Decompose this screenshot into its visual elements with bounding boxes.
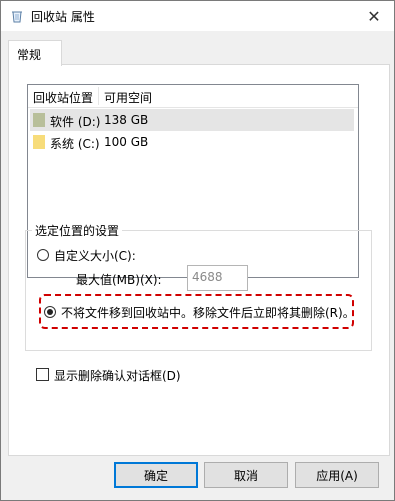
drive-icon xyxy=(33,135,45,149)
max-value-label: 最大值(MB)(X): xyxy=(76,273,162,287)
close-icon: ✕ xyxy=(367,6,381,26)
selected-location-settings: 选定位置的设置 自定义大小(C): 最大值(MB)(X): 4688 不将文件移… xyxy=(25,222,372,351)
delete-immediately-label[interactable]: 不将文件移到回收站中。移除文件后立即将其删除(R)。 xyxy=(61,304,355,321)
list-header: 回收站位置 可用空间 xyxy=(28,85,358,108)
cancel-button[interactable]: 取消 xyxy=(204,462,288,488)
ok-button-label: 确定 xyxy=(143,468,168,483)
column-header-free-space[interactable]: 可用空间 xyxy=(104,89,152,106)
list-item-drive-d[interactable]: 软件 (D:) 138 GB xyxy=(30,109,354,131)
drive-name: 系统 (C:) xyxy=(50,137,100,151)
delete-immediately-radio[interactable] xyxy=(44,306,56,318)
max-size-input[interactable]: 4688 xyxy=(187,265,248,291)
drive-name: 软件 (D:) xyxy=(50,115,101,129)
window-title: 回收站 属性 xyxy=(31,10,95,24)
custom-size-label[interactable]: 自定义大小(C): xyxy=(54,247,136,264)
column-divider[interactable] xyxy=(98,87,99,105)
apply-button[interactable]: 应用(A) xyxy=(295,462,379,488)
recycle-bin-icon xyxy=(10,9,24,23)
confirm-dialog-label[interactable]: 显示删除确认对话框(D) xyxy=(54,367,181,384)
custom-size-radio[interactable] xyxy=(37,249,49,261)
close-button[interactable]: ✕ xyxy=(354,1,394,31)
ok-button[interactable]: 确定 xyxy=(114,462,198,488)
column-header-location[interactable]: 回收站位置 xyxy=(33,89,93,106)
properties-window: 回收站 属性 ✕ 常规 回收站位置 可用空间 软件 (D:) 138 GB 系统… xyxy=(0,0,395,501)
apply-button-label: 应用(A) xyxy=(316,468,358,483)
confirm-dialog-checkbox[interactable] xyxy=(36,368,49,381)
list-item-drive-c[interactable]: 系统 (C:) 100 GB xyxy=(30,131,354,153)
tab-general[interactable]: 常规 xyxy=(8,40,62,66)
tab-general-label: 常规 xyxy=(17,48,42,62)
drive-free-space: 138 GB xyxy=(104,113,149,127)
general-panel: 回收站位置 可用空间 软件 (D:) 138 GB 系统 (C:) 100 GB… xyxy=(8,64,390,456)
drive-free-space: 100 GB xyxy=(104,135,149,149)
drive-icon xyxy=(33,113,45,127)
title-bar: 回收站 属性 ✕ xyxy=(1,1,394,31)
cancel-button-label: 取消 xyxy=(233,468,258,483)
group-label: 选定位置的设置 xyxy=(32,222,123,239)
